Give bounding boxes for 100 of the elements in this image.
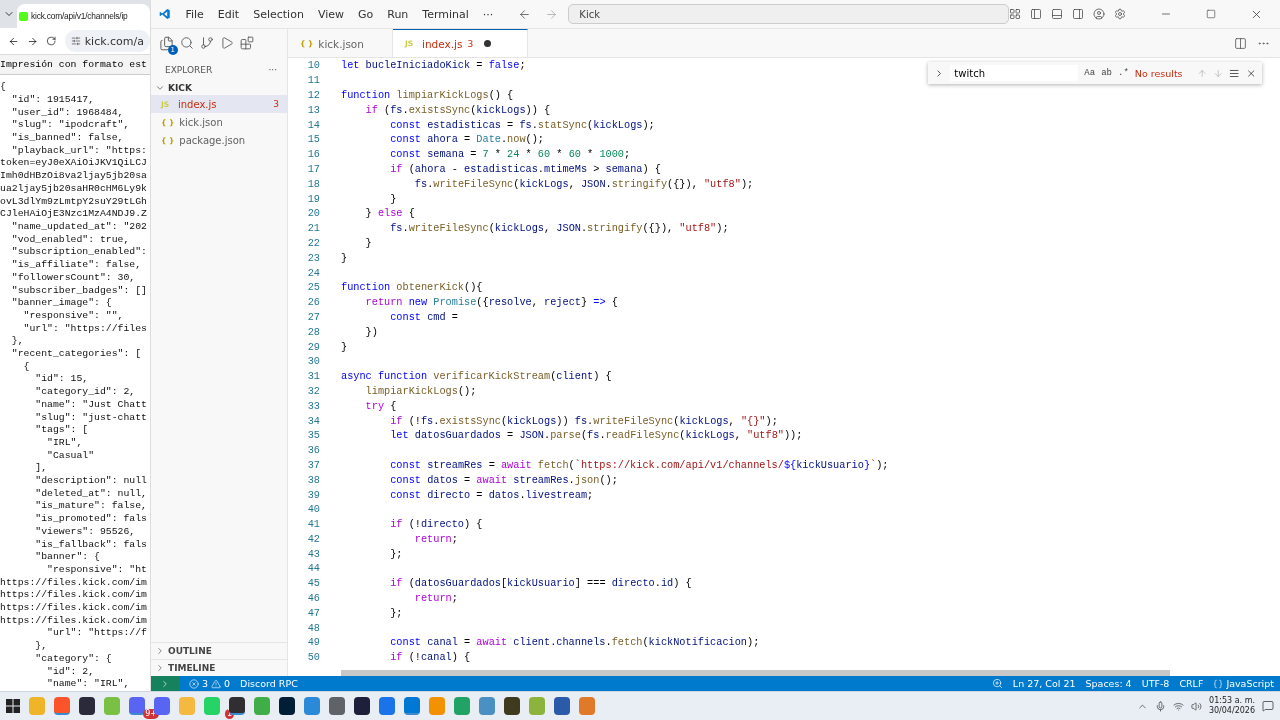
line-number: 11 [306, 74, 320, 87]
section-header[interactable]: OUTLINE [151, 642, 287, 659]
find-input[interactable]: twitch [950, 65, 1079, 81]
status-item[interactable]: UTF-8 [1141, 678, 1170, 689]
app-tile-icon[interactable] [379, 697, 395, 715]
json-line: "id": 1915417, [10, 93, 96, 107]
app-tile-icon[interactable] [329, 697, 345, 715]
app-tile-icon[interactable] [154, 697, 170, 715]
line-number: 12 [306, 89, 320, 101]
menu-item[interactable]: Terminal [415, 7, 476, 21]
code-line: const estadisticas = fs.statSync(kickLogs); [389, 118, 655, 131]
mic-icon[interactable] [1154, 700, 1166, 712]
app-tile-icon[interactable] [504, 697, 520, 715]
json-line: https://files.kick.com/im [0, 614, 148, 628]
settings-icon[interactable] [1114, 8, 1126, 20]
json-line: ovL3dlYm9zLmtpY2suY29tLGh [0, 195, 148, 209]
command-center[interactable]: Kick [568, 4, 1009, 24]
menu-item[interactable]: View [310, 7, 351, 21]
app-tile-icon[interactable] [29, 697, 45, 715]
code-line: if (!canal) { [389, 651, 471, 664]
status-item[interactable]: Ln 27, Col 21 [1012, 678, 1076, 689]
line-number: 28 [306, 325, 320, 338]
browser-tab[interactable]: kick.com/api/v1/channels/ip [17, 4, 150, 28]
secondary-sidebar-icon[interactable] [1072, 8, 1084, 20]
app-tile-icon[interactable] [179, 697, 195, 715]
find-option-toggle[interactable]: Aa [1084, 68, 1096, 78]
menu-item[interactable]: Run [380, 7, 416, 21]
find-option-toggle[interactable]: ab [1101, 68, 1112, 78]
network-icon[interactable] [1172, 700, 1184, 712]
app-tile-icon[interactable] [304, 697, 320, 715]
app-tile-icon[interactable] [429, 697, 445, 715]
language-button[interactable]: JavaScript [1213, 678, 1274, 689]
line-number: 34 [306, 414, 320, 427]
app-tile-icon[interactable] [479, 697, 495, 715]
split-editor-icon[interactable] [1234, 36, 1247, 50]
menu-item[interactable]: ··· [475, 7, 501, 21]
code-line: if (datosGuardados[kickUsuario] === directo.id) { [389, 577, 692, 590]
explorer-title: EXPLORER [165, 65, 213, 75]
app-tile-icon[interactable] [254, 697, 270, 715]
line-number: 26 [306, 296, 320, 309]
line-number: 41 [306, 518, 320, 531]
layout-icon[interactable] [1009, 8, 1021, 20]
error-icon [189, 678, 199, 689]
code-line: return; [413, 592, 458, 605]
notifications-icon[interactable] [1262, 700, 1274, 712]
search-icon[interactable] [180, 36, 194, 50]
menu-item[interactable]: File [178, 7, 211, 21]
app-tile-icon[interactable] [279, 697, 295, 715]
code-line: if (ahora - estadisticas.mtimeMs > semana) { [389, 162, 661, 175]
speaker-icon[interactable] [1190, 700, 1202, 712]
app-tile-icon[interactable] [529, 697, 545, 715]
address-bar[interactable]: kick.com/a [64, 30, 150, 53]
status-item[interactable]: CRLF [1179, 678, 1204, 689]
clock[interactable]: 01:53 a. m. 30/04/2026 [1208, 696, 1255, 716]
app-tile-icon[interactable] [104, 697, 120, 715]
app-tile-icon[interactable] [354, 697, 370, 715]
app-tile-icon[interactable] [554, 697, 570, 715]
run-icon[interactable] [220, 36, 234, 50]
sidebar-toggle-icon[interactable] [1030, 8, 1042, 20]
json-line: "responsive": "", [22, 309, 125, 323]
json-line: "deleted_at": null, [34, 487, 148, 501]
line-number: 22 [306, 236, 320, 249]
account-icon[interactable] [1093, 8, 1105, 20]
app-tile-icon[interactable] [229, 697, 245, 715]
code-line: if (!fs.existsSync(kickLogs)) fs.writeFileSync(kickLogs, "{}"); [389, 414, 778, 427]
branch-icon[interactable] [200, 36, 214, 50]
scrollbar[interactable] [341, 670, 1170, 676]
code-line: }; [389, 547, 403, 560]
json-line: "name": "Just Chatt [34, 398, 148, 412]
maximize-icon[interactable] [1206, 9, 1216, 19]
editor-logo-icon [159, 6, 171, 22]
more-actions-button[interactable]: ··· [268, 65, 277, 75]
reload-icon[interactable] [46, 35, 57, 48]
panel-toggle-icon[interactable] [1051, 8, 1063, 20]
json-line: "IRL", [46, 436, 84, 450]
code-line: } [341, 251, 348, 264]
zoom-icon[interactable] [991, 678, 1003, 689]
app-tile-icon[interactable] [54, 697, 70, 715]
json-line: "user_id": 1968484, [10, 106, 125, 120]
menu-item[interactable]: Selection [246, 7, 311, 21]
app-tile-icon[interactable] [79, 697, 95, 715]
app-tile-icon[interactable] [454, 697, 470, 715]
app-tile-icon[interactable] [204, 697, 220, 715]
menu-item[interactable]: Edit [210, 7, 247, 21]
app-tile-icon[interactable] [129, 697, 145, 715]
status-item[interactable]: Discord RPC [240, 678, 298, 689]
line-number: 10 [306, 59, 320, 72]
problems-button[interactable]: 3 0 [189, 678, 231, 689]
folder-item[interactable]: KICK [151, 81, 287, 95]
find-option-toggle[interactable]: .* [1118, 68, 1129, 78]
status-item[interactable]: Spaces: 4 [1085, 678, 1132, 689]
json-line: ], [34, 462, 49, 476]
app-tile-icon[interactable] [404, 697, 420, 715]
close-icon[interactable] [1245, 67, 1256, 79]
windows-logo-icon[interactable] [6, 699, 20, 713]
explorer-icon[interactable] [159, 35, 174, 51]
back-icon[interactable] [518, 7, 532, 21]
extensions-icon[interactable] [240, 36, 254, 50]
menu-item[interactable]: Go [351, 7, 381, 21]
app-tile-icon[interactable] [579, 697, 595, 715]
